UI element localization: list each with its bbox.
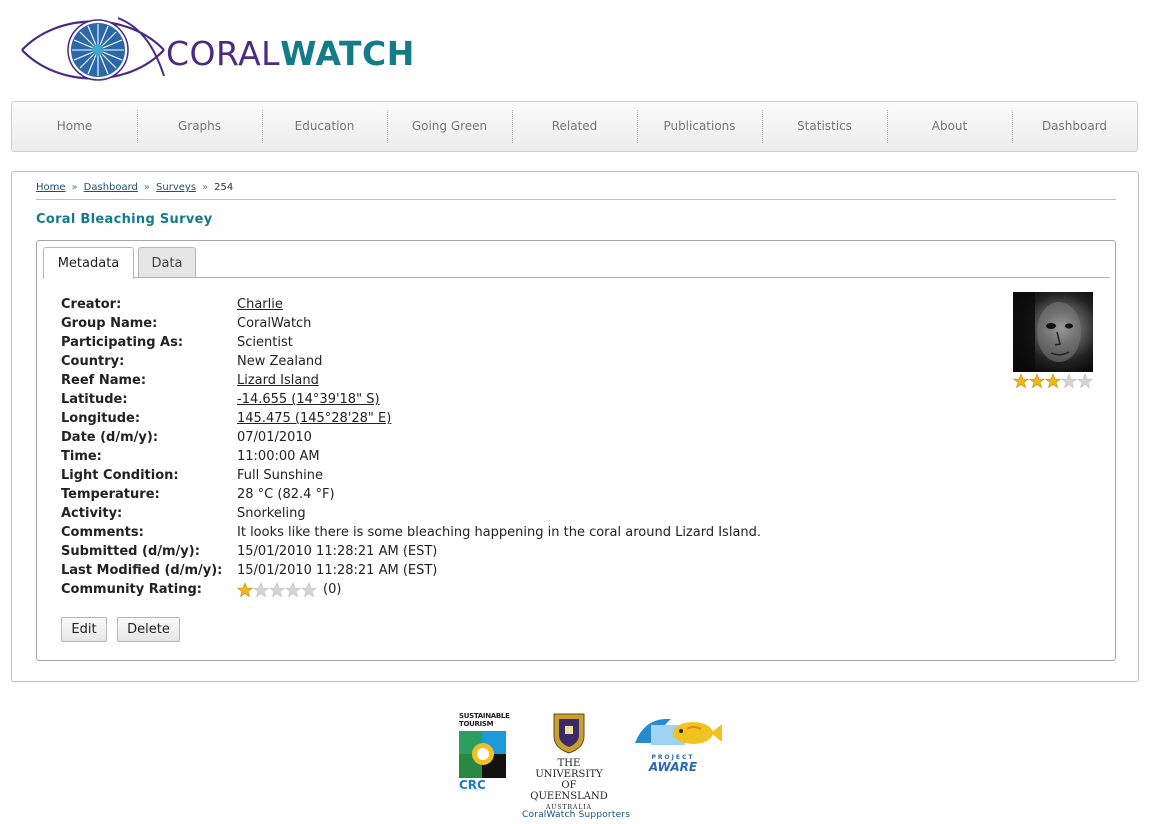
aware-text: AWARE [648, 760, 698, 774]
metadata-label: Light Condition: [61, 468, 179, 483]
crc-emblem-icon [459, 731, 506, 778]
user-rating-stars [1012, 373, 1094, 389]
creator-avatar [1013, 292, 1093, 372]
metadata-value: 28 °C (82.4 °F) [237, 487, 335, 502]
star-filled-icon[interactable] [236, 581, 254, 598]
star-empty-icon[interactable] [300, 581, 318, 598]
star-filled-icon [1012, 373, 1030, 389]
metadata-value: CoralWatch [237, 316, 312, 331]
community-rating-value: (0) [236, 580, 342, 599]
uq-name-line1: THE UNIVERSITY [535, 758, 603, 780]
metadata-value: 15/01/2010 11:28:21 AM (EST) [237, 563, 438, 578]
metadata-label: Submitted (d/m/y): [61, 544, 200, 559]
delete-button[interactable]: Delete [117, 617, 180, 642]
nav-dashboard[interactable]: Dashboard [1012, 102, 1137, 151]
breadcrumb: Home » Dashboard » Surveys » 254 [36, 182, 233, 193]
page-title: Coral Bleaching Survey [36, 212, 213, 227]
coralwatch-logo[interactable]: CORALWATCH [18, 12, 414, 88]
main-nav: Home Graphs Education Going Green Relate… [11, 101, 1138, 152]
metadata-value-link[interactable]: Lizard Island [237, 371, 319, 390]
metadata-label: Reef Name: [61, 373, 147, 388]
breadcrumb-home[interactable]: Home [36, 182, 66, 193]
star-empty-icon[interactable] [284, 581, 302, 598]
metadata-label: Temperature: [61, 487, 160, 502]
metadata-value: Snorkeling [237, 506, 306, 521]
project-aware-fish-icon [635, 718, 722, 745]
eye-logo-icon [21, 17, 165, 81]
breadcrumb-surveys[interactable]: Surveys [156, 182, 196, 193]
metadata-label: Comments: [61, 525, 144, 540]
star-filled-icon [1028, 373, 1046, 389]
metadata-value-link[interactable]: -14.655 (14°39'18" S) [237, 390, 380, 409]
star-empty-icon [1060, 373, 1078, 389]
metadata-value: It looks like there is some bleaching ha… [237, 525, 762, 540]
project-aware-logo[interactable]: PROJECT AWARE [631, 713, 723, 774]
tab-data[interactable]: Data [138, 247, 196, 278]
metadata-label: Last Modified (d/m/y): [61, 563, 223, 578]
nav-publications[interactable]: Publications [637, 102, 762, 151]
nav-education[interactable]: Education [262, 102, 387, 151]
content-panel: Home » Dashboard » Surveys » 254 Coral Bleachi… [11, 171, 1139, 682]
metadata-value: 11:00:00 AM [237, 449, 320, 464]
metadata-value: 07/01/2010 [237, 430, 312, 445]
breadcrumb-divider [36, 199, 1116, 200]
star-empty-icon[interactable] [252, 581, 270, 598]
breadcrumb-separator: » [143, 182, 151, 193]
edit-button[interactable]: Edit [61, 617, 107, 642]
metadata-label: Date (d/m/y): [61, 430, 159, 445]
tab-metadata[interactable]: Metadata [43, 247, 134, 279]
breadcrumb-dashboard[interactable]: Dashboard [84, 182, 138, 193]
survey-details-box: Metadata Data Creator: Charlie Group Name:… [36, 240, 1116, 661]
metadata-value: New Zealand [237, 354, 323, 369]
uq-crest-icon [553, 713, 585, 754]
sustainable-tourism-text: SUSTAINABLE [459, 712, 510, 720]
uq-name-line2: OF QUEENSLAND [530, 780, 608, 802]
nav-going-green[interactable]: Going Green [387, 102, 512, 151]
supporters-caption: CoralWatch Supporters [522, 810, 631, 820]
metadata-label: Country: [61, 354, 125, 369]
metadata-value: 15/01/2010 11:28:21 AM (EST) [237, 544, 438, 559]
brand-name-part1: CORAL [166, 34, 281, 73]
brand-wordmark: CORALWATCH [166, 34, 415, 73]
tab-divider [43, 277, 1110, 278]
metadata-value: Full Sunshine [237, 468, 323, 483]
uq-logo[interactable]: THE UNIVERSITY OF QUEENSLAND AUSTRALIA [528, 712, 610, 811]
metadata-label: Participating As: [61, 335, 184, 350]
star-empty-icon [1076, 373, 1094, 389]
metadata-label: Group Name: [61, 316, 158, 331]
metadata-label: Activity: [61, 506, 123, 521]
nav-about[interactable]: About [887, 102, 1012, 151]
crc-text: CRC [459, 778, 486, 792]
metadata-value: Scientist [237, 335, 293, 350]
breadcrumb-separator: » [202, 182, 209, 193]
community-rating-label: Community Rating: [61, 582, 202, 597]
community-rating-stars[interactable] [236, 581, 318, 598]
star-filled-icon [1044, 373, 1062, 389]
star-empty-icon[interactable] [268, 581, 286, 598]
tourism-text: TOURISM [459, 720, 494, 728]
metadata-label: Time: [61, 449, 102, 464]
nav-home[interactable]: Home [12, 102, 137, 151]
metadata-value-link[interactable]: Charlie [237, 295, 283, 314]
metadata-label: Longitude: [61, 411, 141, 426]
breadcrumb-separator: » [71, 182, 78, 193]
metadata-value-link[interactable]: 145.475 (145°28'28" E) [237, 409, 391, 428]
metadata-label: Creator: [61, 297, 122, 312]
nav-graphs[interactable]: Graphs [137, 102, 262, 151]
metadata-label: Latitude: [61, 392, 128, 407]
sustainable-tourism-crc-logo[interactable]: SUSTAINABLE TOURISM CRC [459, 712, 510, 792]
brand-name-part2: WATCH [280, 34, 415, 73]
nav-statistics[interactable]: Statistics [762, 102, 887, 151]
breadcrumb-current: 254 [214, 182, 234, 193]
rating-count: (0) [323, 582, 342, 597]
nav-related[interactable]: Related [512, 102, 637, 151]
face-portrait-icon [1013, 292, 1081, 372]
